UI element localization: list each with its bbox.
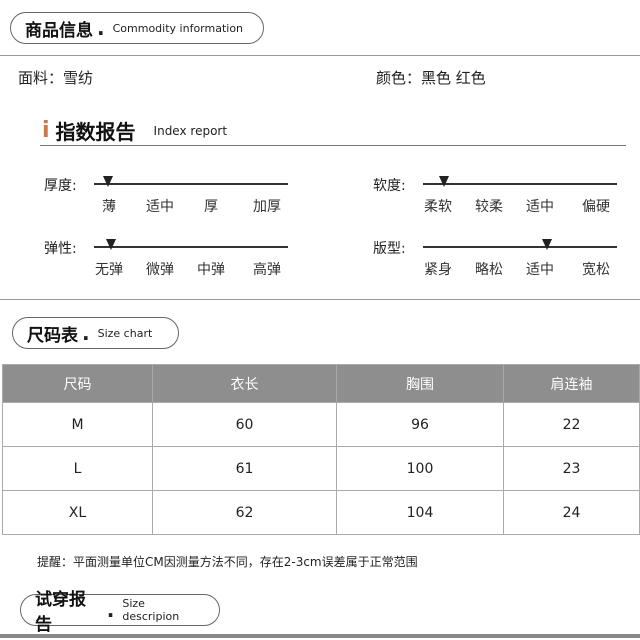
- table-cell: 60: [152, 402, 337, 447]
- metric-option: 厚: [204, 199, 218, 215]
- metric-option: 高弹: [253, 262, 281, 278]
- metric-option: 无弹: [95, 262, 123, 278]
- size-chart-dot: .: [82, 321, 90, 345]
- metric-label: 厚度:: [44, 178, 77, 194]
- metric-thickness: 厚度: 薄 适中 厚 加厚: [44, 175, 304, 225]
- size-chart-title-cn: 尺码表: [27, 325, 78, 346]
- fitting-report-dot: .: [106, 598, 115, 622]
- index-report-underline: [40, 145, 626, 146]
- metric-marker-icon: [439, 176, 450, 187]
- fitting-report-header: 试穿报告 . Size descripion: [20, 590, 220, 635]
- metric-option: 适中: [526, 199, 554, 215]
- table-cell: 96: [336, 402, 504, 447]
- metric-option: 微弹: [146, 262, 174, 278]
- metric-fit: 版型: 紧身 略松 适中 宽松: [373, 238, 633, 288]
- table-row: L 61 100 23: [2, 446, 640, 491]
- fitting-report-title-en: Size descripion: [122, 597, 180, 623]
- table-cell: XL: [2, 490, 153, 535]
- size-chart-title-en: Size chart: [97, 326, 153, 340]
- metric-option: 适中: [526, 262, 554, 278]
- metric-option: 柔软: [424, 199, 452, 215]
- metric-option: 适中: [146, 199, 174, 215]
- table-cell: L: [2, 446, 153, 491]
- index-report-title-en: Index report: [153, 123, 228, 138]
- table-row: XL 62 104 24: [2, 490, 640, 535]
- metric-label: 软度:: [373, 178, 406, 194]
- info-icon: i: [42, 118, 50, 143]
- divider-middle: [0, 299, 640, 300]
- metric-track: [94, 183, 288, 185]
- metric-marker-icon: [542, 239, 553, 250]
- table-cell: 61: [152, 446, 337, 491]
- measurement-note: 提醒：平面测量单位CM因测量方法不同，存在2-3cm误差属于正常范围: [37, 555, 418, 569]
- metric-track: [94, 246, 288, 248]
- metric-option: 加厚: [253, 199, 281, 215]
- table-cell: 100: [336, 446, 504, 491]
- table-cell: M: [2, 402, 153, 447]
- commodity-title-cn: 商品信息: [25, 20, 93, 41]
- table-cell: 23: [503, 446, 640, 491]
- commodity-title-en: Commodity information: [112, 21, 244, 35]
- size-table-header-row: 尺码 衣长 胸围 肩连袖: [2, 364, 640, 403]
- column-header: 尺码: [2, 364, 153, 403]
- metric-option: 紧身: [424, 262, 452, 278]
- metric-label: 版型:: [373, 241, 406, 257]
- metric-option: 偏硬: [582, 199, 610, 215]
- metric-track: [423, 246, 617, 248]
- metric-option: 宽松: [582, 262, 610, 278]
- metric-track: [423, 183, 617, 185]
- table-cell: 62: [152, 490, 337, 535]
- material-text: 面料：雪纺: [18, 69, 94, 87]
- commodity-dot: .: [97, 16, 105, 40]
- metric-option: 略松: [475, 262, 503, 278]
- fitting-report-title-cn: 试穿报告: [35, 590, 86, 635]
- column-header: 胸围: [336, 364, 504, 403]
- commodity-info-header: 商品信息 . Commodity information: [10, 12, 264, 44]
- column-header: 衣长: [152, 364, 337, 403]
- metric-marker-icon: [106, 239, 117, 250]
- size-chart-header: 尺码表 . Size chart: [12, 317, 179, 349]
- metric-elasticity: 弹性: 无弹 微弹 中弹 高弹: [44, 238, 304, 288]
- metric-label: 弹性:: [44, 241, 77, 257]
- metric-softness: 软度: 柔软 较柔 适中 偏硬: [373, 175, 633, 225]
- table-cell: 22: [503, 402, 640, 447]
- divider-bottom: [0, 634, 640, 638]
- metric-marker-icon: [102, 176, 113, 187]
- table-row: M 60 96 22: [2, 402, 640, 447]
- metric-option: 较柔: [475, 199, 503, 215]
- size-table: 尺码 衣长 胸围 肩连袖 M 60 96 22 L 61 100 23 XL 6…: [2, 364, 640, 535]
- table-cell: 104: [336, 490, 504, 535]
- index-report-header: i 指数报告 Index report: [42, 116, 227, 145]
- column-header: 肩连袖: [503, 364, 640, 403]
- table-cell: 24: [503, 490, 640, 535]
- metric-option: 薄: [102, 199, 116, 215]
- color-text: 颜色：黑色 红色: [376, 69, 486, 87]
- divider-top: [0, 55, 640, 56]
- index-report-title-cn: 指数报告: [55, 120, 136, 144]
- metric-option: 中弹: [197, 262, 225, 278]
